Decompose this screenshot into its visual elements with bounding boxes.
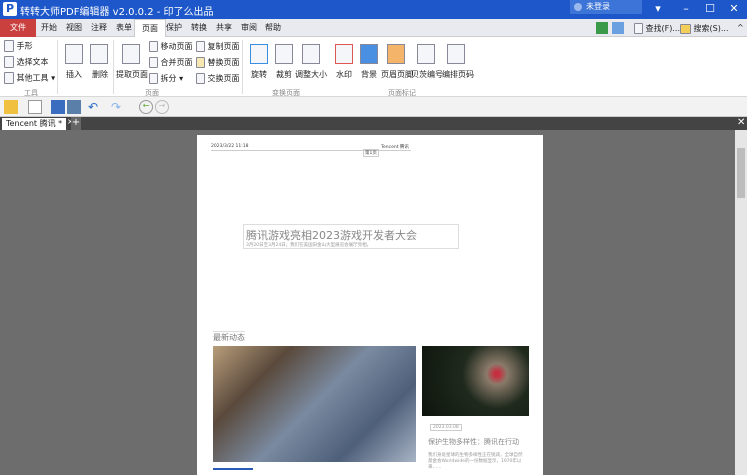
bates-number-icon <box>417 44 435 64</box>
merge-page-icon <box>149 57 158 68</box>
insert-button[interactable]: 插入 <box>66 69 82 80</box>
login-button[interactable]: 未登录 <box>570 0 642 14</box>
new-tab-button[interactable]: + <box>71 117 81 130</box>
watermark-icon <box>335 44 353 64</box>
replace-pages-button[interactable]: 替换页面 <box>196 57 240 68</box>
move-page-icon <box>149 41 158 52</box>
window-title: 转转大师PDF编辑器 v2.0.0.2 - 印了么出品 <box>20 7 214 18</box>
print-icon[interactable] <box>67 100 81 114</box>
resize-button[interactable]: 调整大小 <box>295 69 327 80</box>
extract-pages-button[interactable]: 提取页面 <box>116 69 148 80</box>
background-icon <box>360 44 378 64</box>
collapse-ribbon-icon[interactable]: ^ <box>737 23 744 32</box>
quick-access-toolbar: ↶ ↷ ← → <box>0 97 747 117</box>
replace-page-icon <box>196 57 205 68</box>
search-button[interactable]: 搜索(S)... <box>680 23 729 34</box>
open-icon[interactable] <box>4 100 18 114</box>
tab-help[interactable]: 帮助 <box>258 19 288 37</box>
copy-pages-button[interactable]: 复制页面 <box>196 41 240 52</box>
page-number-label: 第1页 <box>363 149 379 157</box>
extract-page-icon <box>122 44 140 64</box>
title-bar: P 转转大师PDF编辑器 v2.0.0.2 - 印了么出品 未登录 ▾ – ☐ … <box>0 0 747 19</box>
section-title: 最新动态 <box>213 331 245 342</box>
copy-page-icon <box>196 41 205 52</box>
select-text-tool[interactable]: 选择文本 <box>4 56 49 68</box>
new-icon[interactable] <box>28 100 42 114</box>
fullscreen-icon[interactable] <box>596 22 608 34</box>
swap-page-icon <box>196 73 205 84</box>
translate-icon[interactable] <box>612 22 624 34</box>
insert-page-icon <box>65 44 83 64</box>
other-tools[interactable]: 其他工具 ▾ <box>4 72 55 84</box>
background-button[interactable]: 背景 <box>361 69 377 80</box>
save-icon[interactable] <box>51 100 65 114</box>
document-tab-bar: Tencent 腾讯 * × + ✕ <box>0 117 747 130</box>
back-icon[interactable]: ← <box>139 100 153 114</box>
page-header-date: 2023/3/22 11:18 <box>211 144 249 149</box>
move-pages-button[interactable]: 移动页面 <box>149 41 193 52</box>
rotate-button[interactable]: 旋转 <box>251 69 267 80</box>
header-footer-icon <box>387 44 405 64</box>
undo-icon[interactable]: ↶ <box>88 100 102 114</box>
merge-pages-button[interactable]: 合并页面 <box>149 57 193 68</box>
split-icon <box>149 73 158 84</box>
ribbon-toggle-button[interactable]: ▾ <box>648 2 668 17</box>
hand-icon <box>4 40 14 52</box>
app-logo-icon: P <box>3 2 17 16</box>
split-button[interactable]: 拆分 ▾ <box>149 73 183 84</box>
minimize-button[interactable]: – <box>676 2 696 17</box>
watermark-button[interactable]: 水印 <box>336 69 352 80</box>
maximize-button[interactable]: ☐ <box>700 2 720 17</box>
folder-search-icon <box>680 23 691 34</box>
page-number-icon <box>447 44 465 64</box>
menu-bar: 文件 开始 视图 注释 表单 页面 保护 转换 共享 审阅 帮助 查找(F)..… <box>0 19 747 37</box>
pdf-page: 2023/3/22 11:18 Tencent 腾讯 第1页 腾讯游戏亮相202… <box>197 135 543 475</box>
delete-page-icon <box>90 44 108 64</box>
redo-icon[interactable]: ↷ <box>111 100 125 114</box>
rotate-icon <box>250 44 268 64</box>
scrollbar-thumb[interactable] <box>737 148 745 198</box>
news-image-ladybug <box>422 346 529 416</box>
headline-subtitle: 3月20日至3月24日，我们在美国旧金山大型展览会展厅亮相。 <box>246 243 372 248</box>
document-tab[interactable]: Tencent 腾讯 * <box>2 118 66 130</box>
close-document-icon[interactable]: ✕ <box>737 117 745 128</box>
tab-file[interactable]: 文件 <box>0 19 36 37</box>
delete-button[interactable]: 删除 <box>92 69 108 80</box>
close-button[interactable]: ✕ <box>724 2 744 17</box>
news-image-main <box>213 346 416 462</box>
page-number-button[interactable]: 编排页码 <box>442 69 474 80</box>
bates-number-button[interactable]: 贝茨编号 <box>411 69 443 80</box>
crop-button[interactable]: 裁剪 <box>276 69 292 80</box>
crop-icon <box>275 44 293 64</box>
resize-icon <box>302 44 320 64</box>
find-icon <box>634 23 643 34</box>
hand-tool[interactable]: 手形 <box>4 40 33 52</box>
zoom-icon <box>4 72 14 84</box>
ribbon: 手形 选择文本 其他工具 ▾ 工具 插入 删除 提取页面 移动页面 合并页面 拆… <box>0 37 747 97</box>
find-button[interactable]: 查找(F)... <box>634 23 680 34</box>
swap-pages-button[interactable]: 交换页面 <box>196 73 240 84</box>
article-date: 2023.03.08 <box>430 424 462 431</box>
headline-box: 腾讯游戏亮相2023游戏开发者大会 3月20日至3月24日，我们在美国旧金山大型… <box>243 224 459 249</box>
headline: 腾讯游戏亮相2023游戏开发者大会 <box>246 229 417 242</box>
forward-icon[interactable]: → <box>155 100 169 114</box>
article-excerpt: 我们身处星球的生物多样性正在锐减，全球自然基金会Worldwide的一份数据显示… <box>428 453 523 470</box>
header-footer-button[interactable]: 页眉页脚 <box>381 69 413 80</box>
text-cursor-icon <box>4 56 14 68</box>
article-title: 保护生物多样性：腾讯在行动 <box>428 438 519 446</box>
